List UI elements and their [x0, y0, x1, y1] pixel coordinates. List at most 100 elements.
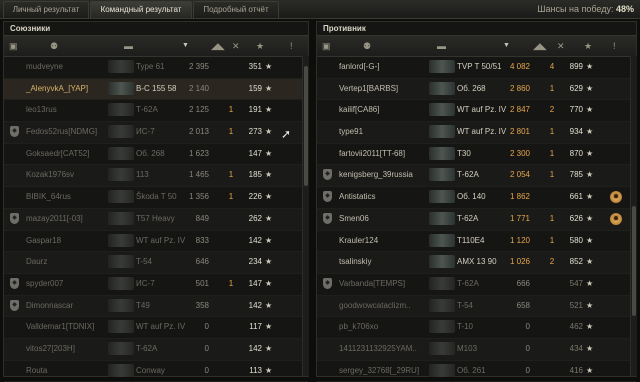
xp-col-icon[interactable]: ★ — [256, 41, 264, 52]
player-row[interactable]: Goksaedr[CAT52] Об. 268 1 623 147 ★ — [4, 144, 308, 166]
player-row[interactable]: BIBIK_64rus Škoda T 50 1 356 1 226 ★ — [4, 187, 308, 209]
player-row[interactable]: ◆ spyder007 ИС-7 501 1 147 ★ — [4, 274, 308, 296]
player-row[interactable]: Vertep1[BARBS] Об. 268 2 860 1 629 ★ — [317, 78, 636, 101]
player-row[interactable]: ◆ Varbanda[TEMPS] Т-62А 666 547 ★ — [317, 274, 636, 296]
player-name[interactable]: Varbanda[TEMPS] — [339, 274, 405, 294]
player-row[interactable]: fanlord[-G-] TVP T 50/51 4 082 4 899 ★ — [317, 57, 636, 79]
squad-col-icon[interactable]: ▣ — [322, 41, 331, 52]
player-row[interactable]: ◆ Dimonnascar T49 358 142 ★ — [4, 295, 308, 318]
damage-col-icon[interactable]: ◢◣ — [533, 41, 547, 52]
player-row[interactable]: ◆ Smen06 T-62A 1 771 1 626 ★ ✹ — [317, 208, 636, 231]
player-name[interactable]: goodwowcataclizm.. — [339, 296, 411, 316]
player-name[interactable]: tsalinskiy — [339, 252, 371, 272]
player-name[interactable]: BIBIK_64rus — [26, 187, 71, 207]
player-row[interactable]: 1411231132925YAM.. M103 0 434 ★ — [317, 338, 636, 361]
player-name[interactable]: Routa — [26, 361, 47, 381]
player-name[interactable]: Daurz — [26, 252, 47, 272]
player-name[interactable]: spyder007 — [26, 274, 63, 294]
enemies-scrollbar[interactable] — [630, 56, 637, 376]
tank-name: Об. 140 — [457, 192, 486, 202]
player-row[interactable]: Krauler124 T110E4 1 120 1 580 ★ — [317, 231, 636, 253]
player-row[interactable]: kailif[CA86] WT auf Pz. IV 2 847 2 770 ★ — [317, 100, 636, 123]
win-chance-value: 48% — [615, 4, 634, 14]
player-row[interactable]: Daurz T-54 646 234 ★ — [4, 252, 308, 274]
kills-col-icon[interactable]: ✕ — [232, 41, 240, 52]
player-row[interactable]: vitos27[203H] T-62A 0 142 ★ — [4, 338, 308, 361]
player-row[interactable]: _AlenyvkA_[YAP] В-С 155 58 2 140 159 ★ — [4, 78, 308, 101]
player-name[interactable]: vitos27[203H] — [26, 339, 75, 359]
player-row[interactable]: ◆ mazay2011[-03] T57 Heavy 849 262 ★ — [4, 208, 308, 231]
player-col-icon[interactable]: ⚉ — [50, 41, 58, 52]
player-name[interactable]: Dimonnascar — [26, 296, 73, 316]
tank-name: Об. 268 — [136, 148, 165, 158]
damage-value: 1 465 — [188, 170, 209, 180]
player-name[interactable]: Goksaedr[CAT52] — [26, 144, 89, 164]
player-name[interactable]: Vertep1[BARBS] — [339, 79, 398, 99]
player-name[interactable]: fanlord[-G-] — [339, 57, 379, 77]
player-name[interactable]: Gaspar18 — [26, 231, 61, 251]
player-row[interactable]: ◆ kenigsberg_39russia Т-62А 2 054 1 785 ★ — [317, 165, 636, 188]
player-name[interactable]: leo13rus — [26, 100, 57, 120]
player-row[interactable]: sergey_32768[_29RU] Об. 261 0 416 ★ — [317, 361, 636, 382]
player-name[interactable]: Fedos52rus[NDMG] — [26, 122, 97, 142]
player-row[interactable]: Gaspar18 WT auf Pz. IV 833 142 ★ — [4, 231, 308, 253]
tank-name: T-54 — [457, 300, 474, 310]
squad-col-icon[interactable]: ▣ — [9, 41, 18, 52]
player-name[interactable]: 1411231132925YAM.. — [339, 339, 417, 359]
player-name[interactable]: mudveyne — [26, 57, 63, 77]
tank-col-icon[interactable]: ▬ — [124, 41, 133, 51]
allies-scroll-thumb[interactable] — [304, 66, 308, 186]
medal-icon[interactable]: ✹ — [610, 212, 622, 225]
achievements-col-icon[interactable]: ! — [613, 41, 616, 51]
player-name[interactable]: fartovii2011[TT-68] — [339, 144, 405, 164]
player-row[interactable]: tsalinskiy AMX 13 90 1 026 2 852 ★ — [317, 252, 636, 274]
kills-value: 4 — [549, 62, 555, 71]
achievements-col-icon[interactable]: ! — [290, 41, 293, 51]
sort-arrow-icon[interactable]: ▼ — [503, 42, 510, 49]
player-row[interactable]: pb_k706xo T-10 0 462 ★ — [317, 317, 636, 339]
player-row[interactable]: Valldemar1[TDNIX] WT auf Pz. IV 0 117 ★ — [4, 317, 308, 339]
medal-icon[interactable]: ✹ — [610, 191, 622, 204]
kills-value: 1 — [228, 278, 234, 288]
player-col-icon[interactable]: ⚉ — [363, 41, 371, 52]
player-name[interactable]: Krauler124 — [339, 231, 378, 251]
player-name[interactable]: Valldemar1[TDNIX] — [26, 317, 94, 337]
player-row[interactable]: type91 WT auf Pz. IV 2 801 1 934 ★ — [317, 122, 636, 144]
player-row[interactable]: ◆ Antistatics Об. 140 1 862 661 ★ ✹ — [317, 187, 636, 209]
star-icon: ★ — [586, 192, 594, 202]
player-row[interactable]: leo13rus Т-62А 2 125 1 191 ★ — [4, 100, 308, 123]
player-row[interactable]: Kozak1976sv 113 1 465 1 185 ★ — [4, 165, 308, 188]
tab-personal[interactable]: Личный результат — [3, 1, 89, 18]
player-row[interactable]: Routa Conway 0 113 ★ — [4, 361, 308, 382]
sort-arrow-icon[interactable]: ▼ — [182, 42, 189, 49]
tab-team[interactable]: Командный результат — [90, 1, 192, 18]
player-name[interactable]: type91 — [339, 122, 363, 142]
player-row[interactable]: ◆ Fedos52rus[NDMG] ИС-7 2 013 1 273 ★ — [4, 122, 308, 144]
damage-value: 1 026 — [509, 257, 530, 267]
kills-col-icon[interactable]: ✕ — [557, 41, 565, 52]
clan-badge-icon: ◆ — [323, 169, 332, 181]
xp-col-icon[interactable]: ★ — [584, 41, 592, 52]
player-name[interactable]: Antistatics — [339, 187, 375, 207]
tank-col-icon[interactable]: ▬ — [437, 41, 446, 51]
player-name[interactable]: Kozak1976sv — [26, 165, 74, 185]
damage-col-icon[interactable]: ◢◣ — [211, 41, 225, 52]
player-row[interactable]: fartovii2011[TT-68] T30 2 300 1 870 ★ — [317, 144, 636, 166]
player-name[interactable]: pb_k706xo — [339, 317, 378, 337]
player-name[interactable]: kailif[CA86] — [339, 100, 379, 120]
enemies-panel: Противник ▣ ⚉ ▬ ▼ ◢◣ ✕ ★ ! fanlord[-G-] T… — [316, 21, 637, 382]
win-chance: Шансы на победу: 48% — [537, 1, 634, 17]
xp-value: 626 — [569, 213, 583, 223]
player-name[interactable]: kenigsberg_39russia — [339, 165, 413, 185]
player-row[interactable]: mudveyne Type 61 2 395 351 ★ — [4, 57, 308, 79]
tab-detailed[interactable]: Подробный отчёт — [193, 1, 279, 18]
damage-value: 0 — [525, 343, 530, 353]
allies-scrollbar[interactable] — [302, 56, 309, 376]
tank-name: WT auf Pz. IV — [136, 322, 186, 332]
player-name[interactable]: _AlenyvkA_[YAP] — [26, 79, 88, 99]
player-name[interactable]: Smen06 — [339, 209, 369, 229]
player-name[interactable]: mazay2011[-03] — [26, 209, 83, 229]
player-row[interactable]: goodwowcataclizm.. T-54 658 521 ★ — [317, 295, 636, 318]
player-name[interactable]: sergey_32768[_29RU] — [339, 361, 419, 381]
enemies-scroll-thumb[interactable] — [632, 206, 636, 316]
